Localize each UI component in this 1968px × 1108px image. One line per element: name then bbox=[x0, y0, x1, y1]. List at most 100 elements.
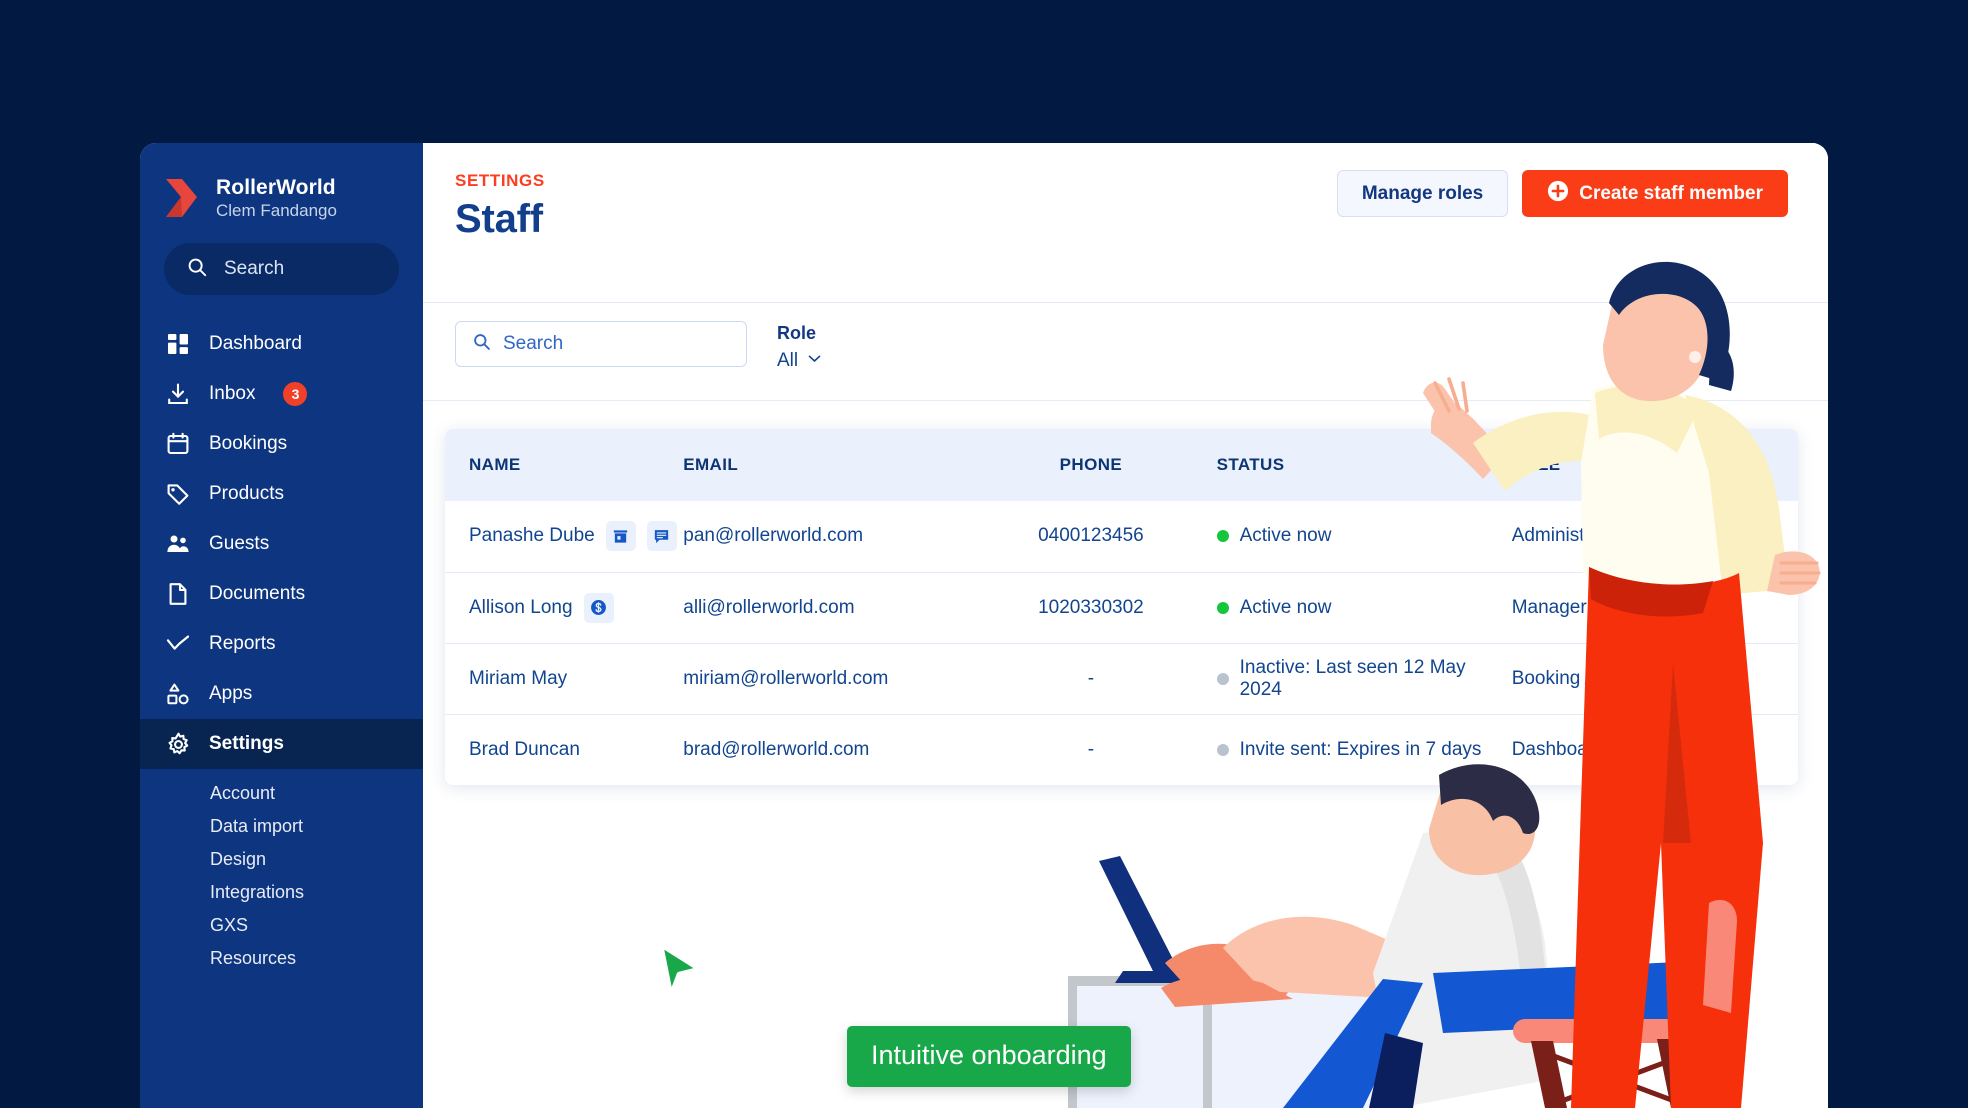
sidebar-subitem-design[interactable]: Design bbox=[140, 843, 423, 876]
table-header-row: NAME EMAIL PHONE STATUS ROLE ROLE bbox=[445, 429, 1798, 501]
sidebar-item-label: Guests bbox=[209, 533, 270, 555]
table-body: Panashe Dube pan@rollerworld.com 0400123… bbox=[445, 501, 1798, 785]
gear-icon bbox=[165, 731, 191, 757]
inbox-badge-count: 3 bbox=[283, 382, 308, 407]
sidebar-item-label: Inbox bbox=[209, 383, 256, 405]
sidebar-item-label: Products bbox=[209, 483, 284, 505]
sidebar-subitem-resources[interactable]: Resources bbox=[140, 942, 423, 975]
cell-name: Allison Long bbox=[445, 571, 684, 643]
status-text: Active now bbox=[1239, 596, 1332, 618]
brand-name: RollerWorld bbox=[216, 176, 336, 199]
column-header-role-2[interactable]: ROLE bbox=[1666, 429, 1798, 501]
brand-block[interactable]: RollerWorld Clem Fandango bbox=[140, 165, 423, 221]
status-text: Inactive: Last seen 12 May 2024 bbox=[1239, 656, 1466, 700]
sidebar-item-bookings[interactable]: Bookings bbox=[140, 419, 423, 469]
dashboard-icon bbox=[165, 331, 191, 357]
inbox-download-icon bbox=[165, 381, 191, 407]
document-icon bbox=[165, 581, 191, 607]
sidebar-item-label: Settings bbox=[209, 733, 284, 755]
cell-email: pan@rollerworld.com bbox=[683, 501, 966, 572]
sidebar-item-apps[interactable]: Apps bbox=[140, 669, 423, 719]
column-header-status[interactable]: STATUS bbox=[1216, 429, 1512, 501]
manage-roles-button[interactable]: Manage roles bbox=[1336, 170, 1509, 217]
sidebar-item-label: Dashboard bbox=[209, 333, 302, 355]
chat-icon[interactable] bbox=[646, 521, 677, 552]
check-icon bbox=[1667, 527, 1689, 549]
sidebar-item-dashboard[interactable]: Dashboard bbox=[140, 319, 423, 369]
cell-phone: 0400123456 bbox=[965, 501, 1217, 572]
staff-table: NAME EMAIL PHONE STATUS ROLE ROLE Panash… bbox=[445, 429, 1798, 785]
role-filter-label: Role bbox=[777, 323, 817, 343]
cell-status: Active now bbox=[1216, 571, 1512, 643]
column-header-email[interactable]: EMAIL bbox=[683, 429, 966, 501]
staff-name: Panashe Dube bbox=[469, 525, 595, 547]
staff-name: Brad Duncan bbox=[469, 738, 580, 760]
sidebar-subitem-gxs[interactable]: GXS bbox=[140, 909, 423, 942]
cell-phone: - bbox=[965, 713, 1217, 785]
cell-email: alli@rollerworld.com bbox=[683, 571, 966, 643]
store-icon[interactable] bbox=[605, 521, 636, 552]
table-row[interactable]: Brad Duncan brad@rollerworld.com - Invit… bbox=[445, 713, 1798, 785]
sidebar-item-label: Apps bbox=[209, 683, 253, 705]
sidebar-subitem-account[interactable]: Account bbox=[140, 777, 423, 810]
brand-account-name: Clem Fandango bbox=[216, 200, 337, 220]
shapes-apps-icon bbox=[165, 681, 191, 707]
settings-submenu: Account Data import Design Integrations … bbox=[140, 777, 423, 975]
main-content: SETTINGS Staff Manage roles Create staff… bbox=[423, 143, 1828, 1108]
staff-name: Allison Long bbox=[469, 596, 573, 618]
filter-bar: Search Role All bbox=[423, 303, 1828, 401]
cell-status: Inactive: Last seen 12 May 2024 bbox=[1216, 642, 1512, 714]
role-text: Dashboard bbox=[1511, 738, 1605, 760]
sidebar-item-settings[interactable]: Settings bbox=[140, 719, 423, 770]
sidebar-subitem-integrations[interactable]: Integrations bbox=[140, 876, 423, 909]
sidebar-search-placeholder: Search bbox=[224, 258, 285, 280]
sidebar-subitem-data-import[interactable]: Data import bbox=[140, 810, 423, 843]
dollar-icon[interactable] bbox=[583, 592, 614, 623]
plus-circle-icon bbox=[1547, 180, 1569, 208]
staff-table-card: NAME EMAIL PHONE STATUS ROLE ROLE Panash… bbox=[445, 429, 1798, 785]
search-input[interactable]: Search bbox=[455, 321, 747, 367]
sidebar-search-input[interactable]: Search bbox=[164, 243, 399, 296]
check-icon bbox=[1667, 669, 1689, 692]
sidebar-item-guests[interactable]: Guests bbox=[140, 519, 423, 569]
role-filter-value: All bbox=[777, 350, 799, 371]
status-text: Active now bbox=[1239, 525, 1332, 547]
sidebar-item-label: Documents bbox=[209, 583, 306, 605]
sidebar-item-reports[interactable]: Reports bbox=[140, 619, 423, 669]
column-header-phone[interactable]: PHONE bbox=[965, 429, 1217, 501]
person-icon bbox=[1635, 524, 1654, 549]
trend-line-icon bbox=[165, 631, 191, 657]
calendar-icon bbox=[165, 431, 191, 457]
table-row[interactable]: Allison Long alli@rollerworld.com 102033… bbox=[445, 571, 1798, 643]
cell-email: brad@rollerworld.com bbox=[683, 713, 966, 785]
table-row[interactable]: Panashe Dube pan@rollerworld.com 0400123… bbox=[445, 501, 1798, 572]
manage-roles-label: Manage roles bbox=[1361, 182, 1484, 204]
cell-phone: - bbox=[965, 642, 1217, 714]
sidebar-item-documents[interactable]: Documents bbox=[140, 569, 423, 619]
chevron-down-icon bbox=[807, 350, 822, 372]
column-header-name[interactable]: NAME bbox=[445, 429, 684, 501]
role-text: Booking Agent bbox=[1511, 667, 1635, 689]
table-header: NAME EMAIL PHONE STATUS ROLE ROLE bbox=[445, 429, 1798, 501]
role-filter-select[interactable]: All bbox=[777, 350, 822, 372]
page-header: SETTINGS Staff Manage roles Create staff… bbox=[423, 143, 1828, 303]
cell-name: Miriam May bbox=[445, 642, 684, 714]
tag-icon bbox=[165, 481, 191, 507]
create-staff-label: Create staff member bbox=[1579, 182, 1763, 204]
cell-role: Dashboard bbox=[1511, 713, 1667, 785]
sidebar-item-products[interactable]: Products bbox=[140, 469, 423, 519]
status-dot-online bbox=[1216, 530, 1229, 543]
status-text: Invite sent: Expires in 7 days bbox=[1239, 738, 1482, 760]
column-header-role-1[interactable]: ROLE bbox=[1511, 429, 1667, 501]
sidebar-item-inbox[interactable]: Inbox 3 bbox=[140, 369, 423, 419]
role-text: Administrator bbox=[1511, 525, 1624, 547]
cell-role: Administrator bbox=[1511, 501, 1667, 572]
search-placeholder: Search bbox=[503, 333, 564, 354]
table-row[interactable]: Miriam May miriam@rollerworld.com - Inac… bbox=[445, 642, 1798, 714]
chevron-logo-icon bbox=[164, 176, 202, 220]
status-dot-online bbox=[1216, 601, 1229, 614]
role-text: Manager bbox=[1511, 596, 1587, 618]
cell-name: Panashe Dube bbox=[445, 501, 684, 572]
cell-role-2 bbox=[1666, 571, 1798, 643]
create-staff-member-button[interactable]: Create staff member bbox=[1522, 170, 1788, 217]
